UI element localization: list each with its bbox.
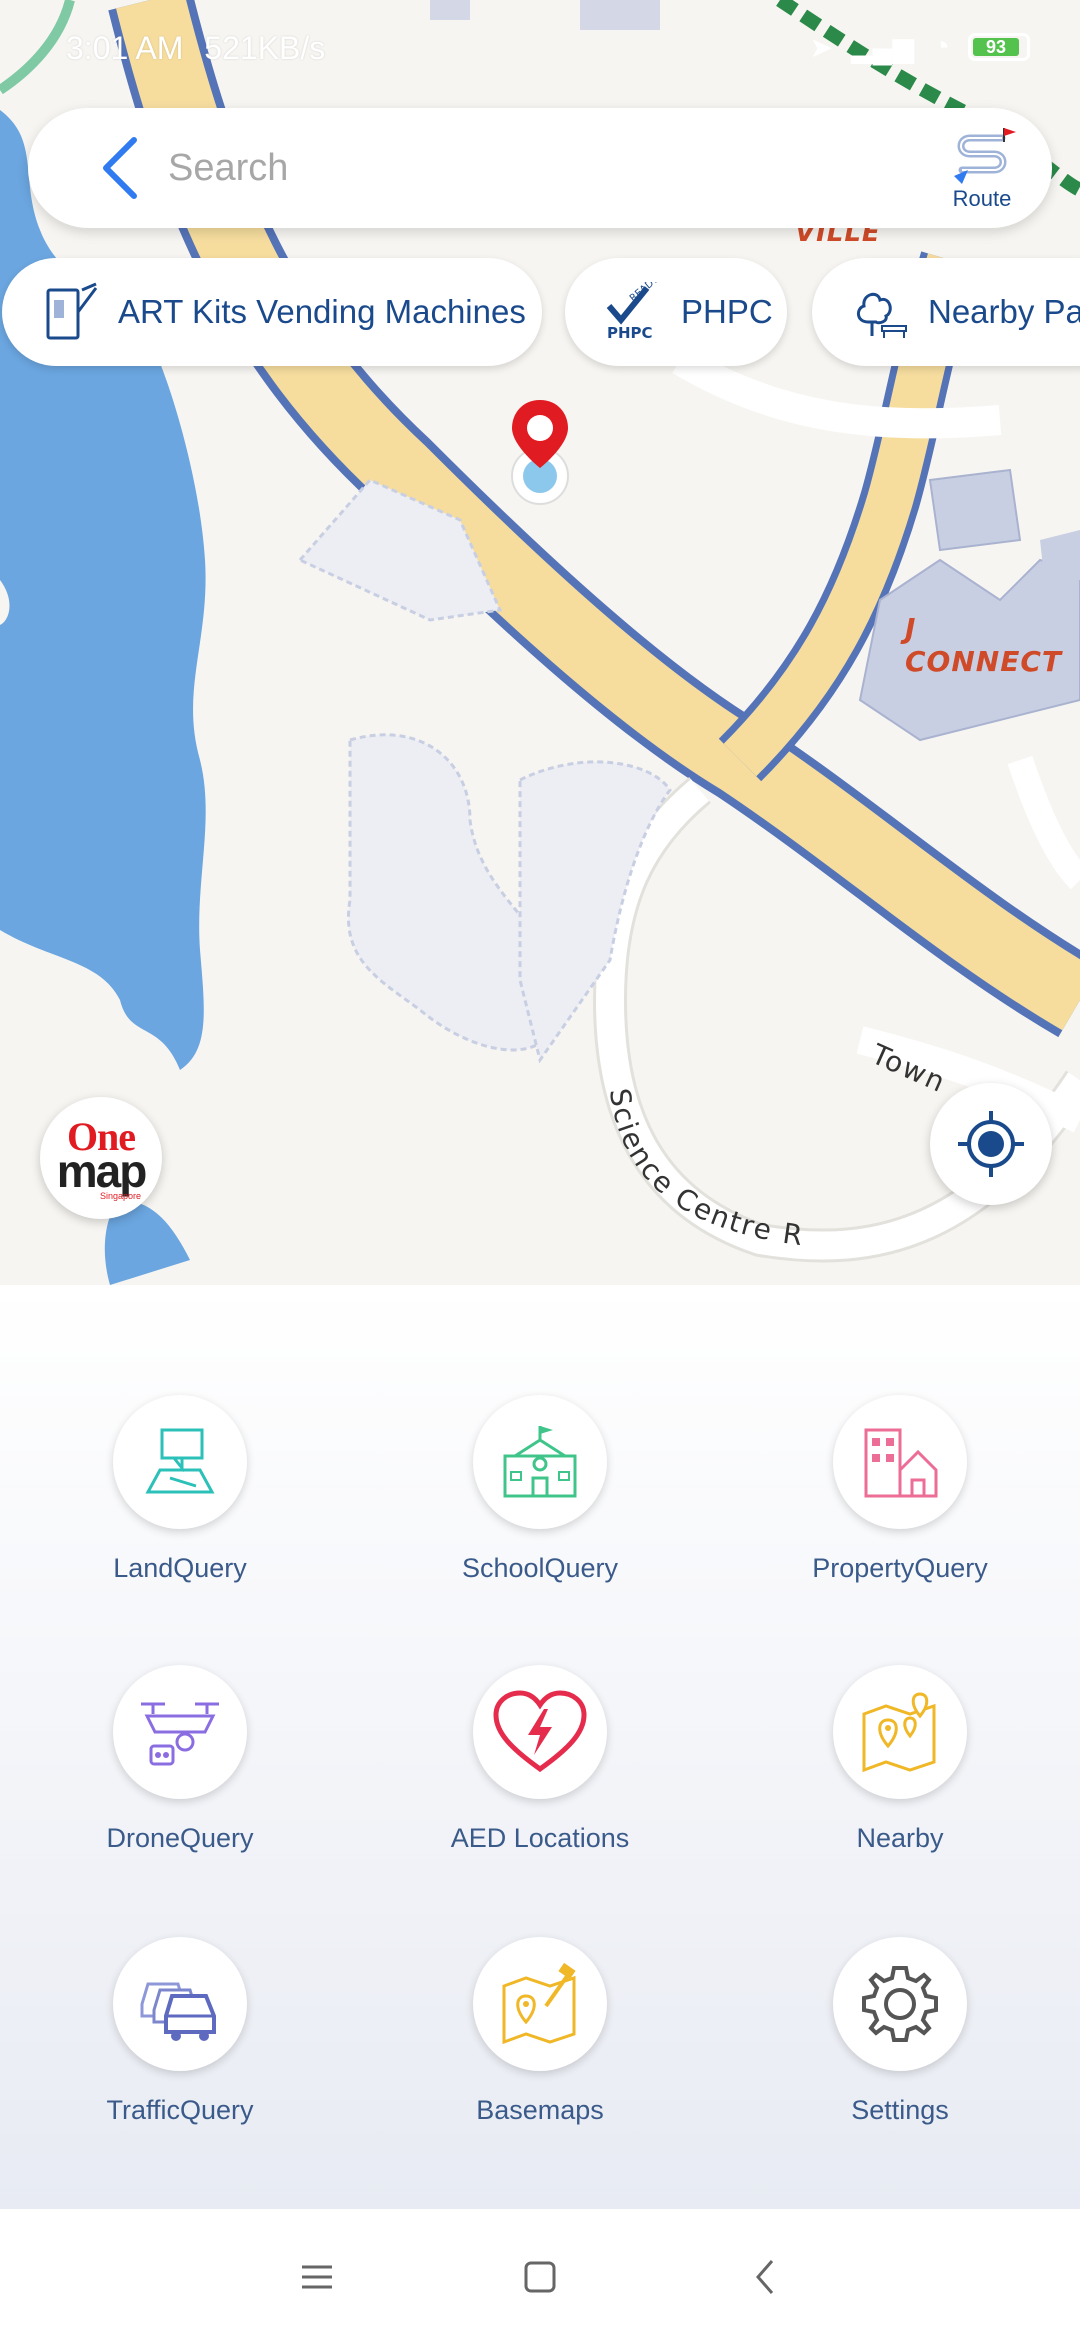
status-left: 3:01 AM 521KB/s xyxy=(66,30,325,67)
search-input[interactable] xyxy=(168,134,928,202)
onemap-logo: One map Singapore xyxy=(40,1097,162,1219)
tool-settings[interactable]: Settings xyxy=(750,1937,1050,2126)
onemap-logo-map: map xyxy=(56,1145,148,1197)
tool-dronequery-circle xyxy=(113,1665,247,1799)
tool-trafficquery-circle xyxy=(113,1937,247,2071)
location-status-icon: ➤ xyxy=(809,31,833,63)
svg-text:READY: READY xyxy=(628,282,661,304)
chip-art-kits[interactable]: ART Kits Vending Machines xyxy=(2,258,542,366)
status-bar: 3:01 AM 521KB/s ➤ ▂▄▆ ◔ 93 xyxy=(0,0,1080,100)
route-button[interactable]: Route xyxy=(942,126,1022,216)
tool-propertyquery-circle xyxy=(833,1395,967,1529)
status-time: 3:01 AM xyxy=(66,30,184,66)
tool-trafficquery-label: TrafficQuery xyxy=(106,2095,254,2125)
chip-art-kits-label: ART Kits Vending Machines xyxy=(118,293,526,330)
signal-icon: ▂▄▆ xyxy=(850,31,914,63)
drone-icon xyxy=(141,1702,219,1766)
basemaps-icon xyxy=(502,1962,576,2045)
school-icon xyxy=(503,1426,577,1498)
tool-aed-label: AED Locations xyxy=(450,1823,630,1853)
tool-landquery-label: LandQuery xyxy=(113,1553,247,1583)
route-label: Route xyxy=(952,186,1012,211)
tool-settings-label: Settings xyxy=(851,2095,949,2125)
my-location-button[interactable] xyxy=(930,1083,1052,1205)
system-nav-bar xyxy=(0,2209,1080,2340)
tool-schoolquery[interactable]: SchoolQuery xyxy=(390,1395,690,1584)
tools-panel: LandQuery SchoolQuery PropertyQuery Dron… xyxy=(0,1285,1080,2209)
aed-heart-icon xyxy=(493,1690,587,1773)
status-speed: 521KB/s xyxy=(204,30,326,66)
svg-text:PHPC: PHPC xyxy=(607,324,653,342)
chip-phpc[interactable]: READY PHPC PHPC xyxy=(565,258,787,366)
tool-nearby[interactable]: Nearby xyxy=(750,1665,1050,1854)
tool-settings-circle xyxy=(833,1937,967,2071)
land-query-icon xyxy=(145,1428,215,1494)
wifi-icon: ◔ xyxy=(931,30,950,63)
tool-trafficquery[interactable]: TrafficQuery xyxy=(30,1937,330,2126)
gear-icon xyxy=(862,1966,938,2042)
vending-machine-icon xyxy=(46,282,98,340)
property-icon xyxy=(864,1428,938,1498)
tool-propertyquery[interactable]: PropertyQuery xyxy=(750,1395,1050,1584)
tool-nearby-circle xyxy=(833,1665,967,1799)
tool-basemaps-label: Basemaps xyxy=(476,2095,604,2125)
park-icon xyxy=(857,292,907,338)
tool-aed-locations[interactable]: AED Locations xyxy=(390,1665,690,1854)
tool-basemaps[interactable]: Basemaps xyxy=(390,1937,690,2126)
back-icon[interactable] xyxy=(736,2247,796,2307)
tool-aed-circle xyxy=(473,1665,607,1799)
tool-landquery-circle xyxy=(113,1395,247,1529)
back-arrow-icon[interactable] xyxy=(90,136,154,200)
tool-nearby-label: Nearby xyxy=(856,1823,944,1853)
location-pin-icon[interactable] xyxy=(506,398,574,508)
crosshair-icon xyxy=(958,1111,1024,1177)
home-icon[interactable] xyxy=(510,2247,570,2307)
battery-icon: 93 xyxy=(968,33,1030,61)
nearby-map-icon xyxy=(862,1692,936,1773)
chip-phpc-label: PHPC xyxy=(681,293,773,330)
chip-nearby-parks[interactable]: Nearby Par xyxy=(812,258,1080,366)
onemap-logo-sub: Singapore xyxy=(100,1191,142,1201)
traffic-cars-icon xyxy=(140,1982,216,2041)
chip-nearby-parks-label: Nearby Par xyxy=(928,293,1080,330)
route-icon xyxy=(954,128,1016,184)
map-label-jconnect: J CONNECT xyxy=(905,612,1062,678)
tool-schoolquery-label: SchoolQuery xyxy=(461,1553,619,1583)
tool-dronequery-label: DroneQuery xyxy=(106,1823,254,1853)
status-right: ➤ ▂▄▆ ◔ 93 xyxy=(809,30,1030,64)
phpc-ready-icon: READY PHPC xyxy=(606,282,661,342)
tool-landquery[interactable]: LandQuery xyxy=(30,1395,330,1584)
tool-basemaps-circle xyxy=(473,1937,607,2071)
battery-level: 93 xyxy=(973,38,1019,56)
tool-dronequery[interactable]: DroneQuery xyxy=(30,1665,330,1854)
search-bar: Route xyxy=(28,108,1052,228)
quick-chips-row: ART Kits Vending Machines READY PHPC PHP… xyxy=(0,258,1080,368)
tool-propertyquery-label: PropertyQuery xyxy=(812,1553,988,1583)
menu-icon[interactable] xyxy=(286,2247,346,2307)
tool-schoolquery-circle xyxy=(473,1395,607,1529)
